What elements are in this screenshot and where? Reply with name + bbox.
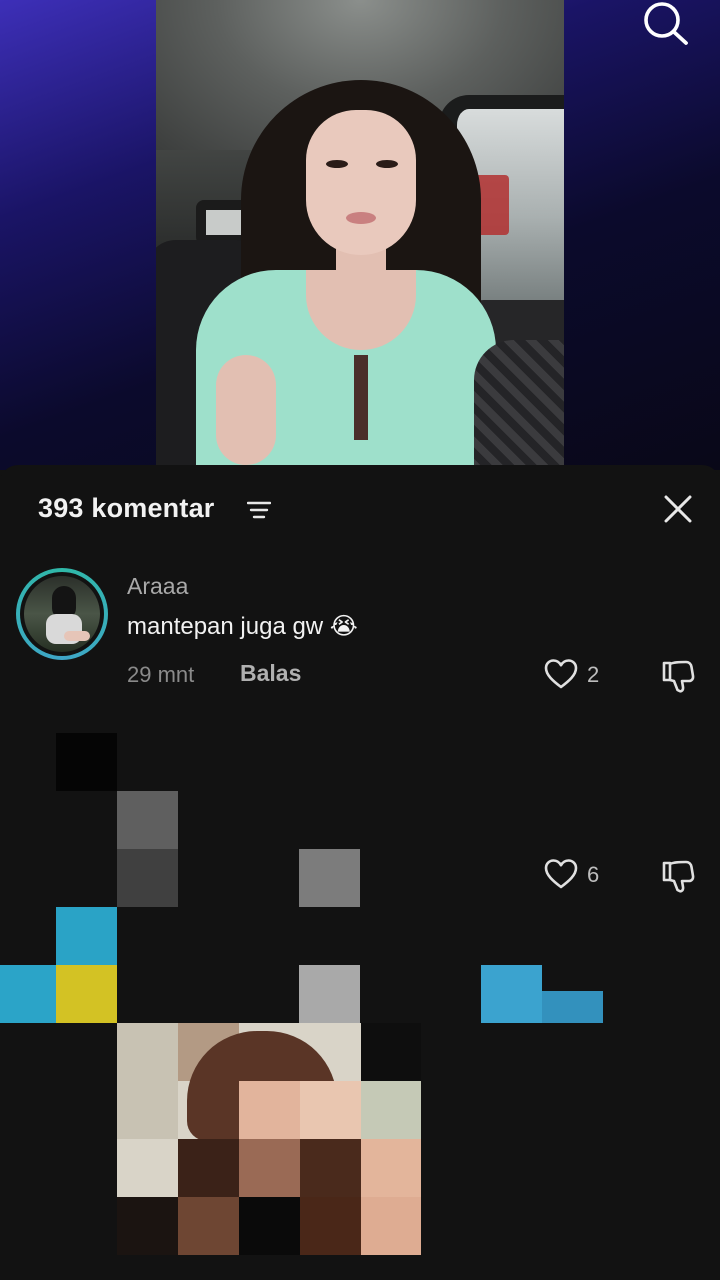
like-button[interactable]: 2 [543,656,613,696]
person-lips [346,212,376,224]
comment-text: mantepan juga gw 😭 [127,613,358,640]
search-button[interactable] [640,0,692,46]
person-bow [354,355,368,440]
person-eye-right [376,160,398,168]
person-eye-left [326,160,348,168]
sleeve [474,340,564,465]
filter-icon[interactable] [246,500,272,520]
close-icon [664,495,692,523]
thumbs-down-icon [662,660,695,693]
video-background[interactable] [0,0,720,470]
search-icon [644,2,688,45]
comments-header: 393 komentar [0,465,720,555]
heart-icon [544,659,578,689]
person-arm [216,355,276,465]
comment-count: 393 komentar [38,493,215,523]
comment-timestamp: 29 mnt [127,662,195,687]
person-face [306,110,416,255]
reply-button[interactable]: Balas [240,660,301,687]
comment-item: Araaa mantepan juga gw 😭 29 mnt Balas 2 [0,568,720,698]
comments-sheet: 393 komentar Araaa mantepan juga gw 😭 29… [0,465,720,1280]
avatar[interactable] [16,568,108,660]
comment-username[interactable]: Araaa [127,573,188,600]
close-button[interactable] [662,493,694,525]
dislike-button[interactable] [660,658,696,694]
like-count: 2 [587,662,600,687]
video-player[interactable] [156,0,564,465]
pixelated-content [0,733,720,1263]
